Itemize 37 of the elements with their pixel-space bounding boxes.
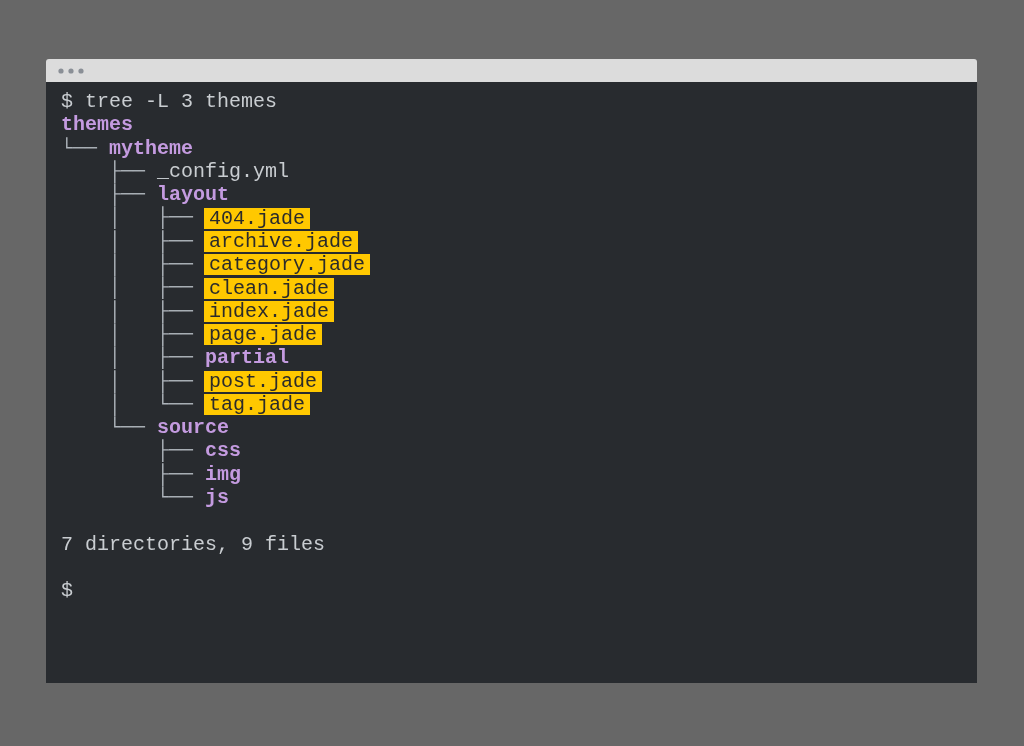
tree-branch: │ ├──: [108, 253, 195, 277]
tree-branch: │ ├──: [108, 369, 195, 393]
file-name: tag.jade: [204, 394, 311, 415]
tree-branch: │ ├──: [108, 229, 195, 253]
window-dots-icon: [58, 67, 84, 74]
file-name: index.jade: [204, 300, 335, 322]
file-name: category.jade: [204, 254, 371, 276]
file-name: _config.yml: [157, 161, 290, 183]
file-name: page.jade: [204, 324, 323, 346]
directory-name: js: [205, 486, 230, 510]
directory-name: layout: [157, 183, 230, 207]
directory-name: themes: [61, 113, 133, 137]
tree-branch: │ ├──: [108, 299, 195, 323]
tree-branch: │ └──: [108, 392, 195, 416]
command-line: $: [61, 579, 73, 603]
tree-branch: └──: [61, 136, 98, 160]
tree-branch: ├──: [156, 462, 195, 486]
file-name: 404.jade: [204, 207, 311, 229]
file-name: post.jade: [204, 370, 323, 392]
file-name: clean.jade: [204, 277, 335, 299]
tree-branch: ├──: [108, 159, 146, 183]
tree-branch: ├──: [108, 183, 146, 207]
tree-branch: │ ├──: [108, 346, 195, 370]
directory-name: mytheme: [109, 136, 194, 160]
tree-branch: ├──: [156, 439, 195, 463]
directory-name: img: [205, 462, 242, 487]
directory-name: partial: [205, 346, 290, 370]
directory-name: css: [205, 439, 242, 463]
tree-branch: └──: [156, 486, 195, 510]
file-name: archive.jade: [204, 230, 359, 252]
directory-name: source: [157, 416, 230, 440]
tree-branch: └──: [108, 416, 146, 440]
command-line: $ tree -L 3 themes: [61, 90, 278, 114]
tree-branch: │ ├──: [108, 322, 195, 346]
summary-text: 7 directories, 9 files: [61, 532, 326, 556]
tree-branch: │ ├──: [108, 276, 195, 300]
tree-branch: │ ├──: [108, 206, 195, 230]
